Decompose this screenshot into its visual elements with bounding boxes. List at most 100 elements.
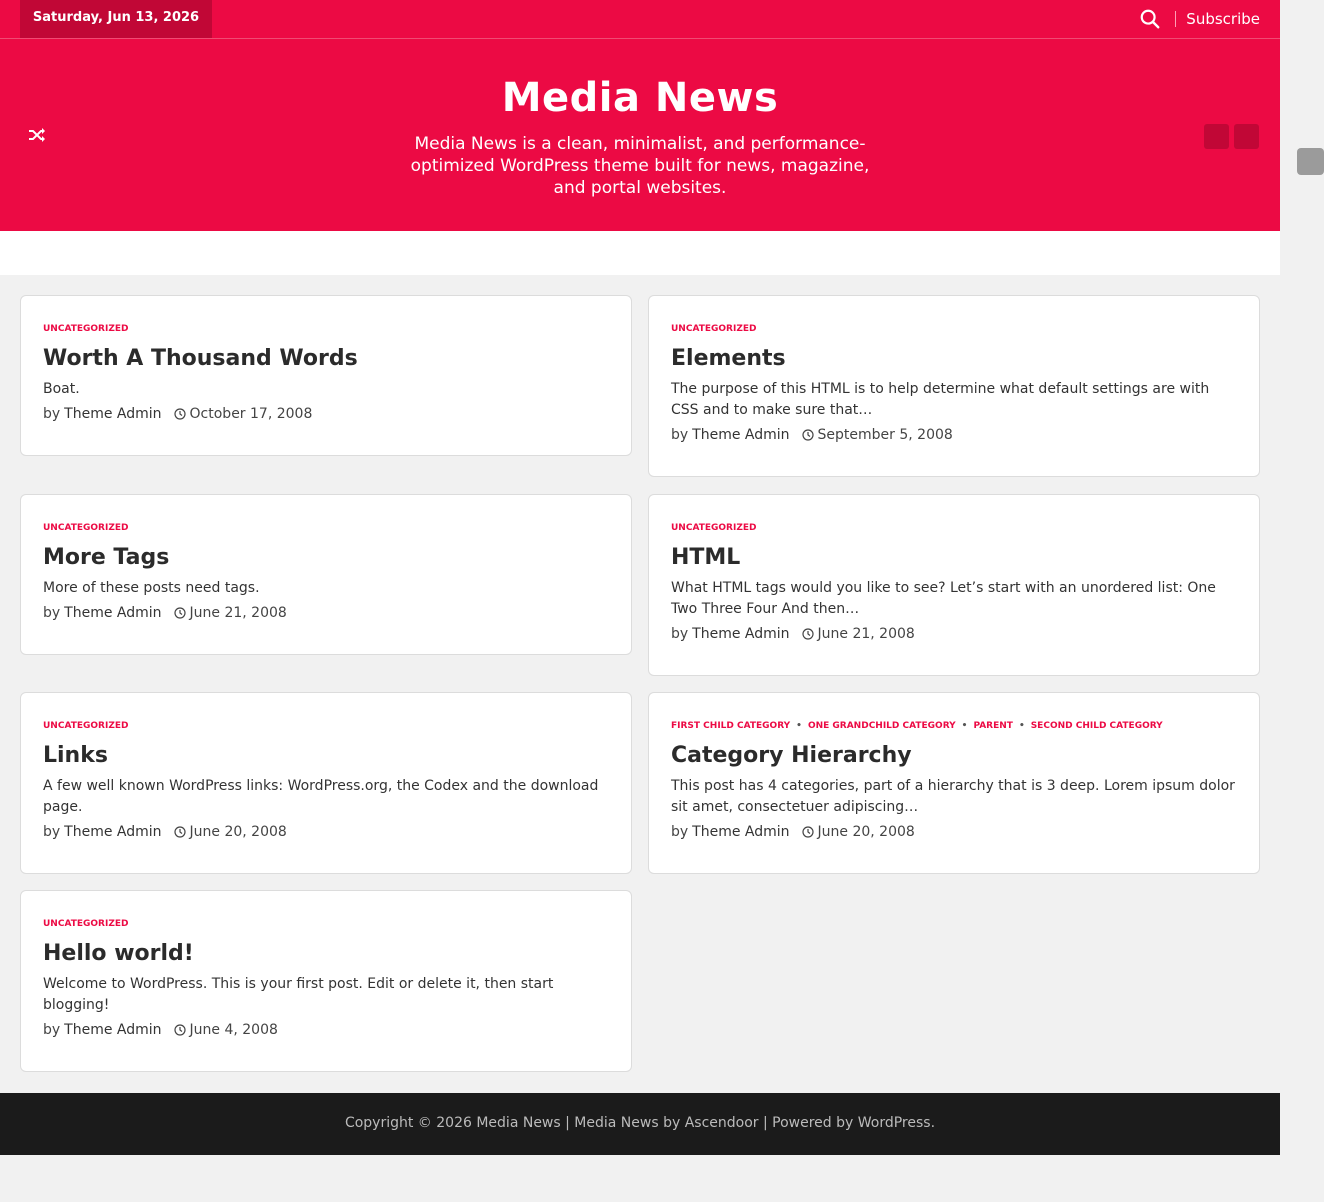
post-excerpt: Boat. (43, 381, 80, 397)
clock-icon (173, 408, 186, 420)
search-icon[interactable] (1139, 8, 1161, 30)
author-link[interactable]: Theme Admin (692, 824, 789, 840)
post-excerpt: This post has 4 categories, part of a hi… (671, 778, 1235, 815)
post-categories: Uncategorized (671, 523, 1237, 537)
post-meta: by Theme Admin June 20, 2008 (671, 824, 1237, 840)
header-action-button-1[interactable] (1204, 124, 1229, 149)
category-link[interactable]: Uncategorized (43, 919, 128, 929)
category-link[interactable]: Uncategorized (671, 324, 756, 334)
category-link[interactable]: Uncategorized (671, 523, 756, 533)
shuffle-icon[interactable] (27, 125, 47, 145)
post-categories: Uncategorized (43, 721, 609, 735)
post-card: Uncategorized Worth A Thousand Words Boa… (20, 295, 632, 456)
scroll-to-top-button[interactable] (1297, 148, 1324, 175)
footer-theme-link[interactable]: Media News (574, 1115, 658, 1131)
post-title[interactable]: Category Hierarchy (671, 743, 1237, 768)
author-link[interactable]: Theme Admin (64, 605, 161, 621)
post-excerpt: The purpose of this HTML is to help dete… (671, 381, 1210, 418)
by-label: by (671, 626, 689, 642)
post-categories: Uncategorized (43, 324, 609, 338)
site-header: Media News Media News is a clean, minima… (0, 39, 1280, 231)
header-action-button-2[interactable] (1234, 124, 1259, 149)
post-date[interactable]: June 20, 2008 (818, 824, 915, 840)
post-card: Uncategorized HTML What HTML tags would … (648, 494, 1260, 676)
clock-icon (173, 607, 186, 619)
post-date[interactable]: June 20, 2008 (190, 824, 287, 840)
post-categories: Uncategorized (43, 919, 609, 933)
post-card: Uncategorized Links A few well known Wor… (20, 692, 632, 874)
page: Saturday, Jun 13, 2026 Subscribe Media N… (0, 0, 1280, 1092)
post-date[interactable]: September 5, 2008 (818, 427, 953, 443)
footer-site-link[interactable]: Media News (476, 1115, 560, 1131)
current-date: Saturday, Jun 13, 2026 (20, 0, 212, 38)
post-categories: Uncategorized (671, 324, 1237, 338)
post-excerpt: A few well known WordPress links: WordPr… (43, 778, 599, 815)
navigation-bar (0, 231, 1280, 275)
by-label: by (671, 427, 689, 443)
top-right-actions: Subscribe (1139, 0, 1260, 38)
category-link[interactable]: Uncategorized (43, 523, 128, 533)
author-link[interactable]: Theme Admin (64, 406, 161, 422)
clock-icon (801, 429, 814, 441)
subscribe-link[interactable]: Subscribe (1186, 10, 1260, 28)
clock-icon (801, 628, 814, 640)
category-separator: • (796, 721, 802, 731)
post-date[interactable]: June 21, 2008 (190, 605, 287, 621)
post-grid: Uncategorized Worth A Thousand Words Boa… (0, 275, 1280, 1092)
post-date[interactable]: June 4, 2008 (190, 1022, 278, 1038)
author-link[interactable]: Theme Admin (692, 427, 789, 443)
footer-powered-text: | Powered by (758, 1115, 858, 1131)
post-title[interactable]: Links (43, 743, 609, 768)
author-link[interactable]: Theme Admin (64, 824, 161, 840)
post-meta: by Theme Admin June 21, 2008 (671, 626, 1237, 642)
by-label: by (671, 824, 689, 840)
post-title[interactable]: Elements (671, 346, 1237, 371)
post-meta: by Theme Admin October 17, 2008 (43, 406, 609, 422)
author-link[interactable]: Theme Admin (692, 626, 789, 642)
category-link[interactable]: First Child Category (671, 721, 790, 731)
by-label: by (43, 1022, 61, 1038)
site-tagline: Media News is a clean, minimalist, and p… (410, 134, 870, 198)
category-link[interactable]: Uncategorized (43, 721, 128, 731)
footer-by-text: by (658, 1115, 685, 1131)
category-separator: • (961, 721, 968, 731)
post-categories: First Child Category • One Grandchild Cate… (671, 721, 1237, 735)
category-link[interactable]: Uncategorized (43, 324, 128, 334)
author-link[interactable]: Theme Admin (64, 1022, 161, 1038)
post-date[interactable]: October 17, 2008 (190, 406, 313, 422)
post-card: Uncategorized Hello world! Welcome to Wo… (20, 890, 632, 1072)
category-link[interactable]: Second Child Category (1031, 721, 1163, 731)
category-link[interactable]: One Grandchild Category (808, 721, 956, 731)
clock-icon (173, 826, 186, 838)
post-title[interactable]: More Tags (43, 545, 609, 570)
top-bar: Saturday, Jun 13, 2026 Subscribe (0, 0, 1280, 39)
post-meta: by Theme Admin June 4, 2008 (43, 1022, 609, 1038)
footer-end: . (930, 1115, 936, 1131)
category-separator: • (1018, 721, 1025, 731)
by-label: by (43, 605, 61, 621)
post-meta: by Theme Admin September 5, 2008 (671, 427, 1237, 443)
post-meta: by Theme Admin June 20, 2008 (43, 824, 609, 840)
footer-author-link[interactable]: Ascendoor (685, 1115, 759, 1131)
clock-icon (173, 1024, 186, 1036)
footer-wordpress-link[interactable]: WordPress (858, 1115, 931, 1131)
site-title[interactable]: Media News (0, 75, 1280, 121)
category-link[interactable]: Parent (973, 721, 1013, 731)
post-excerpt: What HTML tags would you like to see? Le… (671, 580, 1216, 617)
site-footer: Copyright © 2026 Media News | Media News… (0, 1093, 1280, 1155)
by-label: by (43, 406, 61, 422)
post-card: First Child Category • One Grandchild Cate… (648, 692, 1260, 874)
post-title[interactable]: Worth A Thousand Words (43, 346, 609, 371)
post-categories: Uncategorized (43, 523, 609, 537)
post-card: Uncategorized Elements The purpose of th… (648, 295, 1260, 477)
copyright-text: Copyright © 2026 (344, 1115, 472, 1131)
footer-separator: | (560, 1115, 575, 1131)
by-label: by (43, 824, 61, 840)
post-title[interactable]: Hello world! (43, 941, 609, 966)
post-card: Uncategorized More Tags More of these po… (20, 494, 632, 655)
post-excerpt: More of these posts need tags. (43, 580, 260, 596)
divider (1175, 11, 1177, 27)
post-date[interactable]: June 21, 2008 (818, 626, 915, 642)
clock-icon (801, 826, 814, 838)
post-title[interactable]: HTML (671, 545, 1237, 570)
